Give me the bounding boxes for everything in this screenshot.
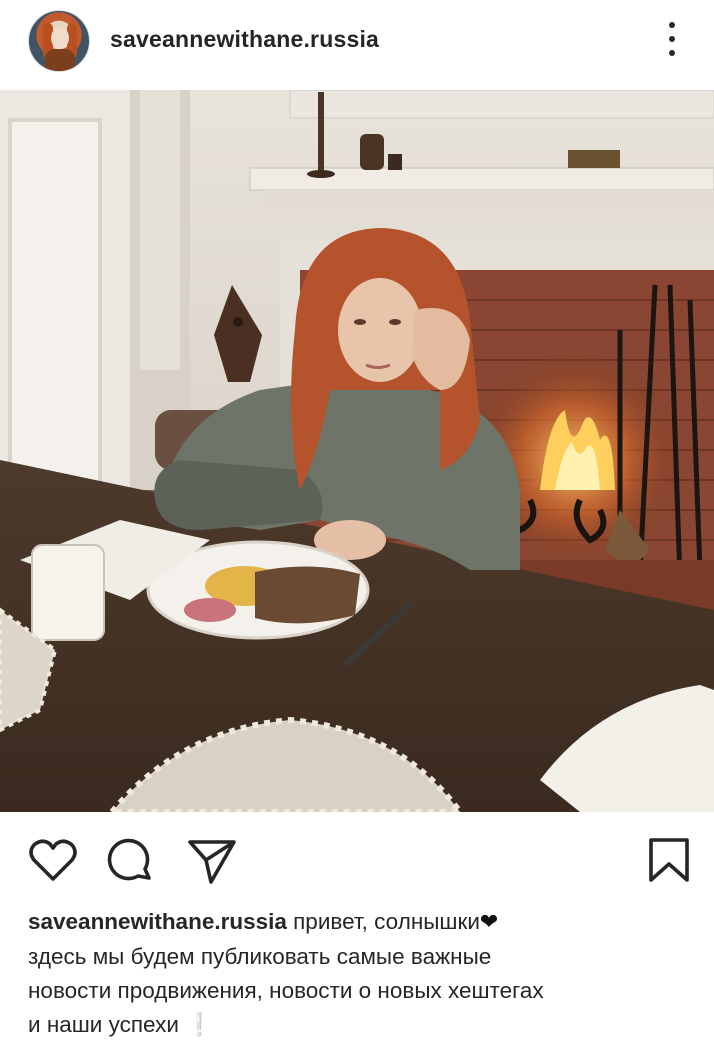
caption-line-3: новости продвижения, новости о новых хеш… xyxy=(28,978,544,1003)
bookmark-icon[interactable] xyxy=(642,834,696,888)
more-options-icon[interactable] xyxy=(660,18,684,60)
caption-line-1: saveannewithane.russia привет, солнышки❤ xyxy=(28,905,698,940)
heart-emoji-icon: ❤ xyxy=(479,910,499,935)
caption-line-2: здесь мы будем публиковать самые важные xyxy=(28,944,492,969)
post-username[interactable]: saveannewithane.russia xyxy=(110,26,379,53)
photo-illustration xyxy=(0,90,714,812)
post-header: saveannewithane.russia xyxy=(0,0,714,82)
profile-avatar[interactable] xyxy=(28,10,90,72)
avatar-face xyxy=(51,27,69,49)
caption-line-4: и наши успехи ❕ xyxy=(28,1008,698,1042)
caption-text-1: привет, солнышки xyxy=(286,909,480,934)
comment-bubble-icon[interactable] xyxy=(104,834,158,888)
post-caption: saveannewithane.russia привет, солнышки❤… xyxy=(28,905,698,1042)
paper-plane-icon[interactable] xyxy=(184,834,238,888)
heart-outline-icon[interactable] xyxy=(26,834,80,888)
caption-text-4: и наши успехи xyxy=(28,1012,186,1037)
post-action-bar xyxy=(0,812,714,892)
post-photo[interactable] xyxy=(0,90,714,812)
exclamation-emoji-icon: ❕ xyxy=(185,1012,214,1038)
caption-username[interactable]: saveannewithane.russia xyxy=(28,909,287,934)
avatar-body xyxy=(45,49,75,71)
